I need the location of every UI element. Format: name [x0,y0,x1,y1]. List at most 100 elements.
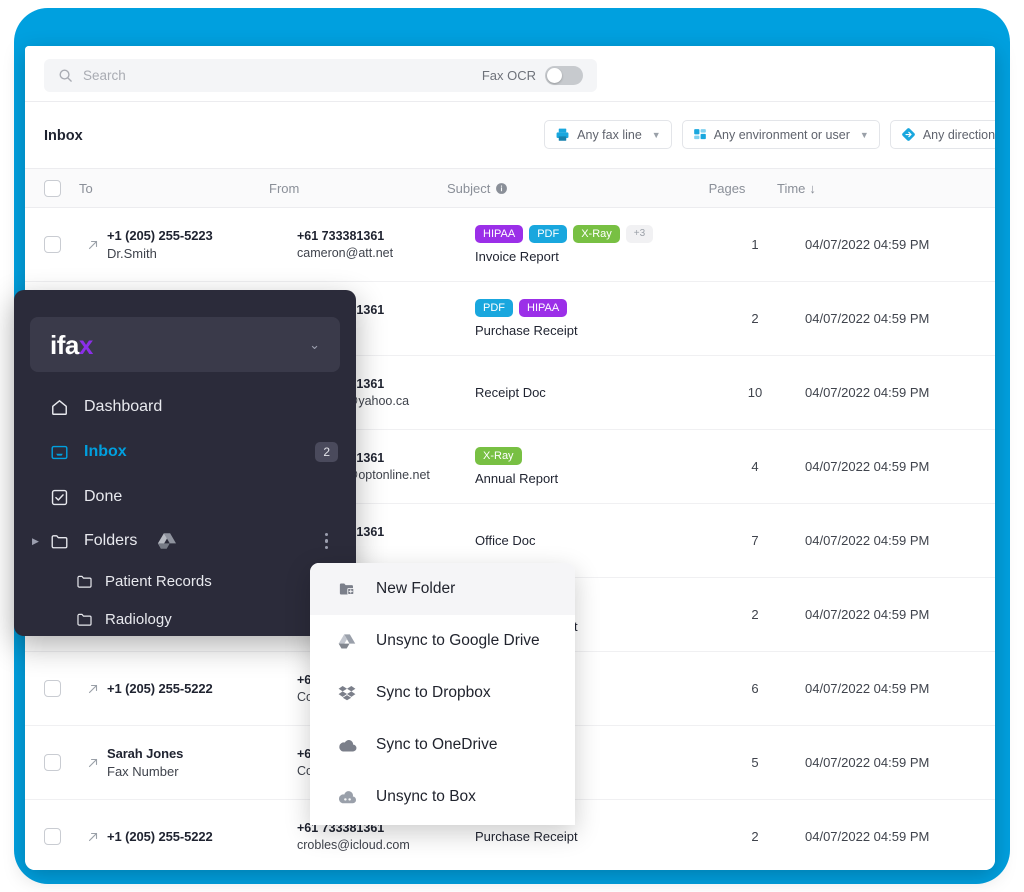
chevron-right-icon[interactable]: ▶ [32,536,39,547]
context-menu-item-new-folder[interactable]: New Folder [310,563,575,615]
filter-fax-line[interactable]: Any fax line ▼ [544,120,672,149]
pages-value: 2 [751,829,758,844]
sidebar-item-dashboard[interactable]: Dashboard [14,385,356,429]
diamond-arrow-icon [901,127,916,142]
cell-time: 04/07/2022 04:59 PM [805,458,995,476]
context-menu-item-unsync-google-drive[interactable]: Unsync to Google Drive [310,615,575,667]
title-bar: Inbox Any fax line ▼ [25,102,995,168]
filter-fax-line-label: Any fax line [577,128,642,142]
check-square-icon [48,488,70,507]
more-vertical-icon[interactable] [325,533,329,550]
sidebar-item-label: Done [84,488,122,506]
cell-subject: Purchase Receipt [475,829,705,844]
cell-to: +1 (205) 255-5222 [107,681,297,696]
time-value: 04/07/2022 04:59 PM [805,829,929,844]
context-menu-item-label: New Folder [376,580,455,598]
subject-tag: X-Ray [573,225,620,243]
fax-ocr-toggle[interactable] [545,66,583,85]
sidebar-folder-radiology[interactable]: Radiology [14,600,356,636]
sidebar-item-folders[interactable]: ▶ Folders [14,519,356,563]
context-menu-item-unsync-box[interactable]: Unsync to Box [310,771,575,823]
context-menu-item-sync-dropbox[interactable]: Sync to Dropbox [310,667,575,719]
row-checkbox[interactable] [25,754,79,771]
ifax-logo: ifax [50,332,93,358]
tag-list: PDF HIPAA [475,299,705,317]
sidebar-item-inbox[interactable]: Inbox 2 [14,430,356,474]
filter-environment-user[interactable]: Any environment or user ▼ [682,120,880,149]
pages-value: 2 [751,311,758,326]
cell-time: 04/07/2022 04:59 PM [805,606,995,624]
outbound-arrow-icon [79,682,107,696]
filter-direction[interactable]: Any direction ▼ [890,120,995,149]
workspace-switcher[interactable]: ifax ⌄ [30,317,340,372]
column-header-to[interactable]: To [79,181,269,196]
cell-pages: 6 [705,680,805,698]
sidebar-folder-patient-records[interactable]: Patient Records [14,562,356,600]
time-value: 04/07/2022 04:59 PM [805,459,929,474]
row-checkbox[interactable] [25,680,79,697]
select-all-checkbox[interactable] [25,180,79,197]
column-header-time-label: Time [777,181,805,196]
column-header-time[interactable]: Time ↓ [777,181,967,196]
tag-list: HIPAA PDF X-Ray +3 [475,225,705,243]
box-icon [336,790,358,805]
sidebar-item-label: Inbox [84,443,127,461]
subject-tag: +3 [626,225,653,243]
home-icon [48,398,70,417]
context-menu-item-sync-onedrive[interactable]: Sync to OneDrive [310,719,575,771]
column-header-subject[interactable]: Subject [447,181,677,196]
outbound-arrow-icon [79,756,107,770]
sidebar-item-label: Dashboard [84,398,162,416]
subject-tag: HIPAA [475,225,523,243]
toggle-knob [547,68,562,83]
tag-list: X-Ray [475,447,705,465]
column-header-from[interactable]: From [269,181,447,196]
dropbox-icon [336,684,358,702]
logo-text: ifa [50,330,79,360]
filter-direction-label: Any direction [923,128,995,142]
time-value: 04/07/2022 04:59 PM [805,533,929,548]
cell-subject: Office Doc [475,533,705,548]
pages-value: 6 [751,681,758,696]
search-box[interactable]: Fax OCR [44,59,597,92]
row-checkbox[interactable] [25,236,79,253]
row-checkbox[interactable] [25,828,79,845]
sidebar-item-done[interactable]: Done [14,475,356,519]
subject-tag: PDF [529,225,567,243]
column-header-pages[interactable]: Pages [677,181,777,196]
from-secondary: cameron@att.net [297,246,475,260]
inbox-unread-badge: 2 [315,442,338,462]
subject-tag: PDF [475,299,513,317]
grid-icon [693,128,707,142]
sidebar: ifax ⌄ Dashboard Inbox 2 Done ▶ Folders [14,290,356,636]
subject-text: Purchase Receipt [475,323,705,338]
cell-time: 04/07/2022 04:59 PM [805,828,995,846]
search-bar: Fax OCR [25,46,995,102]
time-value: 04/07/2022 04:59 PM [805,311,929,326]
google-drive-icon [336,633,358,650]
cell-pages: 10 [705,384,805,402]
pages-value: 5 [751,755,758,770]
cell-to: +1 (205) 255-5223Dr.Smith [107,228,297,261]
cell-pages: 7 [705,532,805,550]
info-icon[interactable] [495,182,508,195]
subject-text: Annual Report [475,471,705,486]
from-secondary: crobles@icloud.com [297,838,475,852]
time-value: 04/07/2022 04:59 PM [805,755,929,770]
folder-icon [76,573,93,590]
chevron-down-icon[interactable]: ⌄ [309,337,320,353]
subject-tag: HIPAA [519,299,567,317]
onedrive-icon [336,738,358,753]
folder-icon [48,532,70,551]
cell-time: 04/07/2022 04:59 PM [805,532,995,550]
table-row[interactable]: +1 (205) 255-5223Dr.Smith+61 733381361ca… [25,208,995,282]
outbound-arrow-icon [79,238,107,252]
to-secondary: Dr.Smith [107,246,297,261]
search-input[interactable] [83,68,482,83]
cell-time: 04/07/2022 04:59 PM [805,384,995,402]
cell-pages: 5 [705,754,805,772]
outbound-arrow-icon [79,830,107,844]
chevron-down-icon: ▼ [652,130,661,140]
to-primary: +1 (205) 255-5222 [107,681,297,696]
cell-to: Sarah JonesFax Number [107,746,297,779]
